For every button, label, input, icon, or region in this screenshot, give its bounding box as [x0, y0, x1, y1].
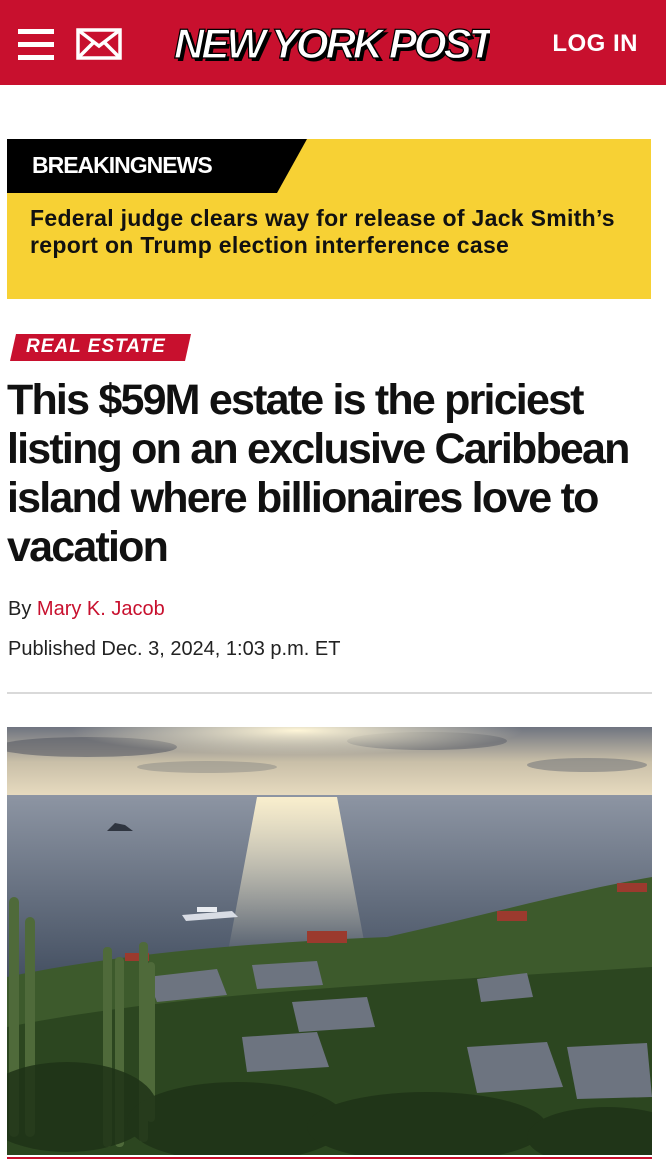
- envelope-icon[interactable]: [76, 28, 122, 60]
- article-headline: This $59M estate is the priciest listing…: [7, 376, 630, 571]
- hero-image[interactable]: [7, 727, 652, 1155]
- byline-prefix: By: [8, 598, 32, 620]
- byline: By Mary K. Jacob: [8, 598, 165, 621]
- hamburger-menu-icon[interactable]: [18, 28, 54, 62]
- logo-text: NEW YORK POST: [174, 20, 490, 67]
- site-header: NEW YORK POST NEW YORK POST LOG IN: [0, 0, 666, 85]
- published-date: Published Dec. 3, 2024, 1:03 p.m. ET: [8, 638, 341, 660]
- divider: [7, 692, 652, 694]
- image-bottom-rule: [7, 1157, 652, 1159]
- author-link[interactable]: Mary K. Jacob: [37, 598, 165, 620]
- breaking-news-label: BREAKINGNEWS: [32, 152, 213, 178]
- breaking-news-headline[interactable]: Federal judge clears way for release of …: [30, 205, 630, 259]
- login-button[interactable]: LOG IN: [552, 30, 638, 58]
- category-tag[interactable]: REAL ESTATE: [26, 336, 166, 358]
- site-logo[interactable]: NEW YORK POST NEW YORK POST: [168, 14, 490, 72]
